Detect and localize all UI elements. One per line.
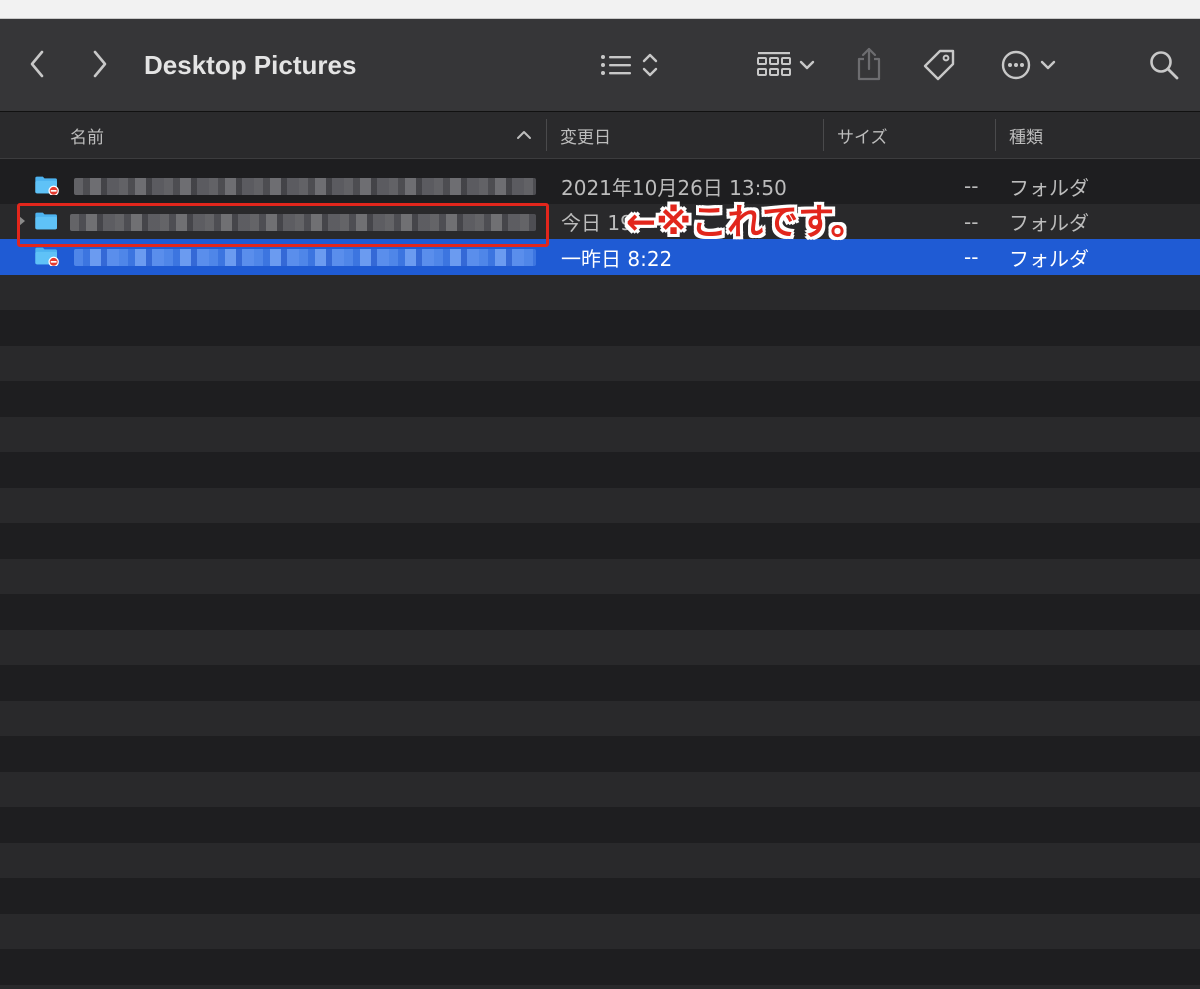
sort-ascending-icon[interactable] — [516, 129, 532, 141]
group-button[interactable] — [752, 49, 820, 81]
toolbar: Desktop Pictures — [0, 19, 1200, 112]
tag-button[interactable] — [920, 47, 958, 83]
empty-row — [0, 878, 1200, 914]
more-ellipsis-icon — [1001, 50, 1031, 80]
redacted-filename — [74, 178, 536, 195]
empty-row — [0, 842, 1200, 879]
list-view-icon — [601, 55, 631, 75]
share-button[interactable] — [852, 46, 886, 82]
file-size: -- — [964, 245, 979, 269]
empty-row — [0, 629, 1200, 666]
empty-row — [0, 558, 1200, 595]
empty-row — [0, 523, 1200, 559]
search-icon — [1150, 51, 1179, 80]
annotation-highlight-box — [17, 203, 549, 247]
action-menu-button[interactable] — [996, 48, 1060, 82]
empty-row — [0, 487, 1200, 524]
empty-row — [0, 771, 1200, 808]
column-name-label: 名前 — [70, 127, 104, 148]
file-kind: フォルダ — [1009, 246, 1089, 271]
column-kind-label: 種類 — [1009, 127, 1043, 148]
empty-row — [0, 984, 1200, 989]
file-size: -- — [964, 209, 979, 234]
file-kind: フォルダ — [1009, 211, 1089, 235]
annotation-callout: ←※これです。 — [626, 202, 867, 243]
empty-row — [0, 345, 1200, 382]
view-mode-button[interactable] — [594, 49, 664, 81]
tag-icon — [923, 49, 955, 81]
share-icon — [857, 47, 881, 81]
empty-row — [0, 949, 1200, 985]
column-size-label: サイズ — [837, 127, 888, 148]
empty-row — [0, 452, 1200, 488]
chevron-right-icon — [93, 50, 107, 78]
file-list: 2021年10月26日 13:50 -- フォルダ 今日 19: -- フォルダ 一昨日 8… — [0, 159, 1200, 989]
column-separator[interactable] — [546, 119, 547, 151]
empty-row — [0, 310, 1200, 346]
empty-row — [0, 665, 1200, 701]
column-header: 名前 変更日 サイズ 種類 — [0, 112, 1200, 159]
column-separator[interactable] — [995, 119, 996, 151]
column-separator[interactable] — [823, 119, 824, 151]
empty-row — [0, 274, 1200, 311]
grid-group-icon — [757, 52, 791, 76]
empty-row — [0, 807, 1200, 843]
empty-row — [0, 913, 1200, 950]
up-down-arrows-icon — [642, 53, 658, 77]
chevron-left-icon — [30, 50, 44, 78]
empty-row — [0, 381, 1200, 417]
chevron-down-icon — [1040, 60, 1056, 70]
column-name[interactable]: 名前 — [70, 112, 540, 158]
back-button[interactable] — [22, 49, 52, 79]
folder-restricted-icon — [35, 176, 59, 195]
redacted-filename — [74, 249, 536, 266]
window-title: Desktop Pictures — [144, 50, 357, 80]
finder-window: Desktop Pictures 名前 変更日 サイズ 種類 2021年10月2… — [0, 0, 1200, 989]
file-kind: フォルダ — [1009, 175, 1089, 200]
empty-row — [0, 736, 1200, 772]
empty-row — [0, 700, 1200, 737]
menu-bar-edge — [0, 0, 1200, 19]
column-size[interactable]: サイズ — [837, 112, 987, 158]
column-modified-label: 変更日 — [560, 127, 611, 148]
column-modified[interactable]: 変更日 — [560, 112, 810, 158]
folder-restricted-icon — [35, 247, 59, 266]
empty-row — [0, 416, 1200, 453]
search-button[interactable] — [1146, 47, 1182, 83]
column-kind[interactable]: 種類 — [1009, 112, 1189, 158]
file-size: -- — [964, 174, 979, 198]
empty-row — [0, 594, 1200, 630]
table-row[interactable]: 2021年10月26日 13:50 -- フォルダ — [0, 168, 1200, 204]
chevron-down-icon — [799, 60, 815, 70]
forward-button[interactable] — [85, 49, 115, 79]
